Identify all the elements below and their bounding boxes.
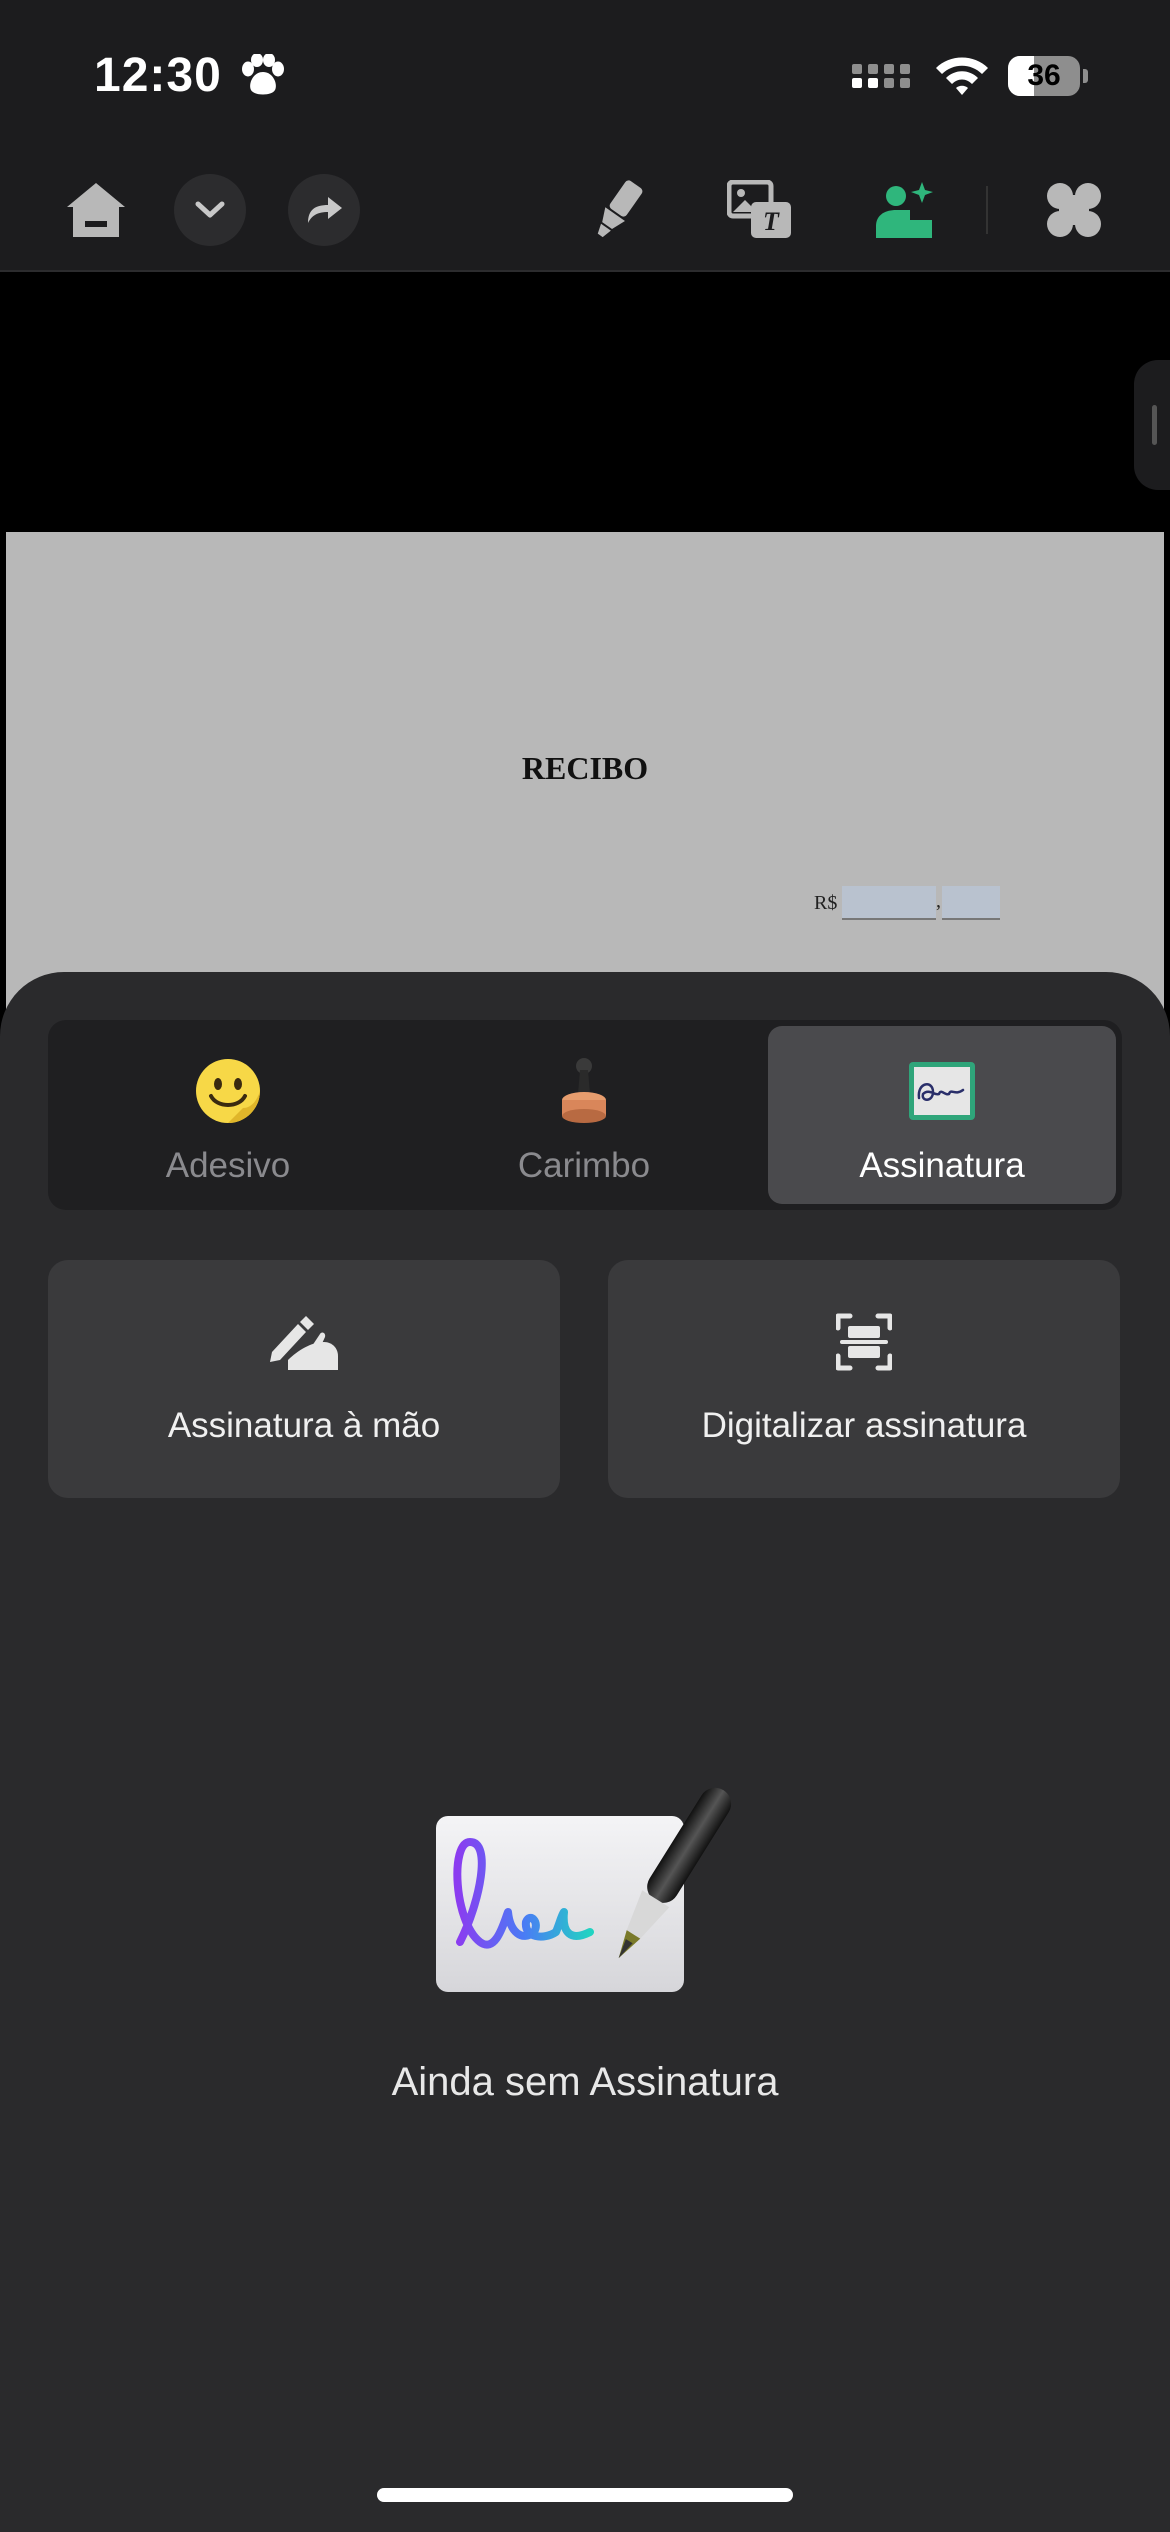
rubber-stamp-icon (562, 1058, 606, 1123)
app-grid-button[interactable] (1040, 176, 1108, 244)
tab-carimbo[interactable]: Carimbo (410, 1026, 758, 1204)
app-grid-icon (1047, 183, 1101, 237)
signature-stamp-button[interactable] (868, 174, 940, 246)
battery-indicator: 36 (1008, 56, 1088, 96)
wifi-icon (936, 57, 988, 95)
tab-adesivo[interactable]: Adesivo (54, 1026, 402, 1204)
paw-icon (242, 54, 284, 95)
scroll-handle[interactable] (1134, 360, 1170, 490)
amount-field-integer[interactable] (842, 886, 936, 920)
empty-state-text: Ainda sem Assinatura (391, 2060, 779, 2104)
tab-label-carimbo: Carimbo (517, 1146, 651, 1185)
battery-level: 36 (1027, 59, 1061, 92)
status-bar: 12:30 36 (0, 0, 1170, 140)
tab-label-adesivo: Adesivo (165, 1146, 291, 1185)
amount-field-cents[interactable] (942, 886, 1000, 920)
highlighter-button[interactable] (584, 170, 652, 250)
editor-toolbar: T (0, 140, 1170, 272)
redo-arrow-icon (308, 197, 342, 223)
chevron-down-icon (195, 201, 225, 218)
handwritten-signature-label: Assinatura à mão (167, 1406, 441, 1445)
svg-text:T: T (763, 207, 780, 236)
home-indicator[interactable] (377, 2488, 793, 2502)
document-background (0, 272, 1170, 532)
scan-icon (836, 1313, 892, 1371)
cellular-signal-icon (852, 64, 910, 88)
redo-button[interactable] (288, 174, 360, 246)
dropdown-button[interactable] (174, 174, 246, 246)
segmented-control: Adesivo Carimbo Assinatura (48, 1020, 1122, 1210)
highlighter-icon (597, 180, 643, 238)
signature-card-icon (909, 1062, 975, 1120)
home-button[interactable] (60, 174, 132, 246)
decimal-separator: , (936, 890, 941, 912)
image-text-button[interactable]: T (724, 174, 796, 246)
home-icon (67, 183, 125, 237)
bottom-sheet: Adesivo Carimbo Assinatura Assinatura à … (0, 972, 1170, 2532)
currency-label: R$ (814, 892, 838, 914)
document-title: RECIBO (521, 750, 649, 786)
scan-signature-label: Digitalizar assinatura (701, 1406, 1027, 1445)
tab-label-assinatura: Assinatura (859, 1146, 1025, 1185)
toolbar-divider (986, 186, 988, 234)
image-text-icon: T (727, 180, 791, 238)
hand-write-icon (270, 1316, 338, 1370)
tab-assinatura[interactable]: Assinatura (768, 1026, 1116, 1204)
handwritten-signature-button[interactable]: Assinatura à mão (48, 1260, 560, 1498)
smiley-sticker-icon (196, 1059, 260, 1123)
screen: 12:30 36 T RECIBO R$ , Adesivo Carimbo A… (0, 0, 1170, 2532)
scan-signature-button[interactable]: Digitalizar assinatura (608, 1260, 1120, 1498)
signature-stamp-icon (876, 182, 933, 238)
status-time: 12:30 (94, 49, 222, 102)
signature-pen-illustration (436, 1787, 732, 1992)
